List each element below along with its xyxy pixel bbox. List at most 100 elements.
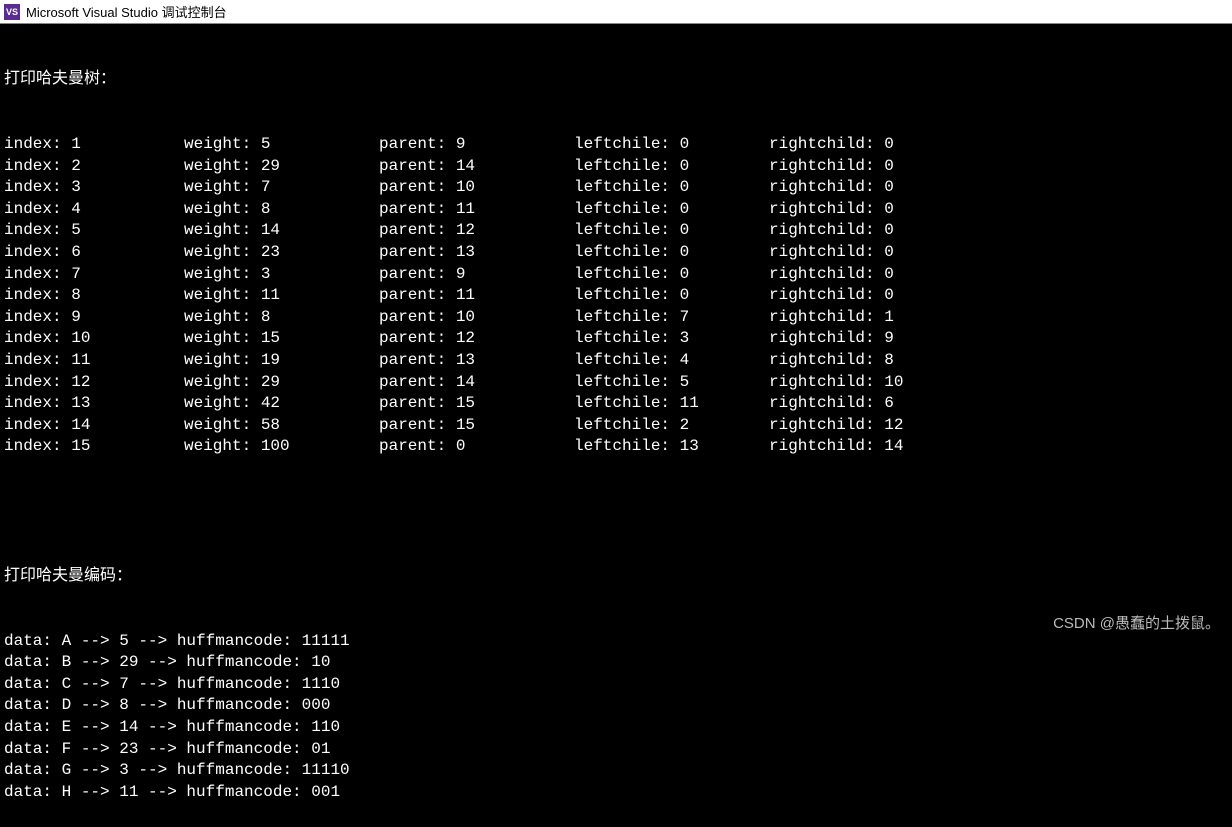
parent-cell: parent: 14 — [379, 372, 574, 394]
code-header: 打印哈夫曼编码： — [4, 566, 1228, 588]
index-cell: index: 12 — [4, 372, 184, 394]
leftchild-cell: leftchile: 0 — [574, 156, 769, 178]
weight-cell: weight: 23 — [184, 242, 379, 264]
parent-cell: parent: 13 — [379, 242, 574, 264]
tree-row: index: 7weight: 3parent: 9leftchile: 0ri… — [4, 264, 1228, 286]
leftchild-cell: leftchile: 0 — [574, 285, 769, 307]
leftchild-cell: leftchile: 0 — [574, 264, 769, 286]
tree-row: index: 5weight: 14parent: 12leftchile: 0… — [4, 220, 1228, 242]
window-title: Microsoft Visual Studio 调试控制台 — [26, 2, 227, 21]
rightchild-cell: rightchild: 0 — [769, 199, 969, 221]
tree-row: index: 9weight: 8parent: 10leftchile: 7r… — [4, 307, 1228, 329]
weight-cell: weight: 11 — [184, 285, 379, 307]
rightchild-cell: rightchild: 0 — [769, 134, 969, 156]
rightchild-cell: rightchild: 0 — [769, 264, 969, 286]
index-cell: index: 2 — [4, 156, 184, 178]
rightchild-cell: rightchild: 6 — [769, 393, 969, 415]
parent-cell: parent: 9 — [379, 264, 574, 286]
code-row: data: D --> 8 --> huffmancode: 000 — [4, 695, 1228, 717]
code-row: data: C --> 7 --> huffmancode: 1110 — [4, 674, 1228, 696]
rightchild-cell: rightchild: 0 — [769, 177, 969, 199]
tree-row: index: 10weight: 15parent: 12leftchile: … — [4, 328, 1228, 350]
weight-cell: weight: 7 — [184, 177, 379, 199]
rightchild-cell: rightchild: 9 — [769, 328, 969, 350]
title-bar: VS Microsoft Visual Studio 调试控制台 — [0, 0, 1232, 24]
tree-row: index: 13weight: 42parent: 15leftchile: … — [4, 393, 1228, 415]
tree-row: index: 15weight: 100parent: 0leftchile: … — [4, 436, 1228, 458]
tree-header: 打印哈夫曼树： — [4, 69, 1228, 91]
rightchild-cell: rightchild: 0 — [769, 156, 969, 178]
index-cell: index: 4 — [4, 199, 184, 221]
parent-cell: parent: 14 — [379, 156, 574, 178]
weight-cell: weight: 19 — [184, 350, 379, 372]
parent-cell: parent: 10 — [379, 177, 574, 199]
parent-cell: parent: 13 — [379, 350, 574, 372]
weight-cell: weight: 5 — [184, 134, 379, 156]
index-cell: index: 3 — [4, 177, 184, 199]
leftchild-cell: leftchile: 2 — [574, 415, 769, 437]
tree-row: index: 8weight: 11parent: 11leftchile: 0… — [4, 285, 1228, 307]
index-cell: index: 1 — [4, 134, 184, 156]
rightchild-cell: rightchild: 10 — [769, 372, 969, 394]
rightchild-cell: rightchild: 14 — [769, 436, 969, 458]
leftchild-cell: leftchile: 13 — [574, 436, 769, 458]
parent-cell: parent: 15 — [379, 393, 574, 415]
tree-row: index: 2weight: 29parent: 14leftchile: 0… — [4, 156, 1228, 178]
tree-table: index: 1weight: 5parent: 9leftchile: 0ri… — [4, 134, 1228, 458]
parent-cell: parent: 9 — [379, 134, 574, 156]
tree-row: index: 6weight: 23parent: 13leftchile: 0… — [4, 242, 1228, 264]
parent-cell: parent: 11 — [379, 199, 574, 221]
weight-cell: weight: 14 — [184, 220, 379, 242]
index-cell: index: 11 — [4, 350, 184, 372]
weight-cell: weight: 29 — [184, 372, 379, 394]
weight-cell: weight: 58 — [184, 415, 379, 437]
parent-cell: parent: 11 — [379, 285, 574, 307]
rightchild-cell: rightchild: 0 — [769, 220, 969, 242]
index-cell: index: 8 — [4, 285, 184, 307]
index-cell: index: 9 — [4, 307, 184, 329]
leftchild-cell: leftchile: 11 — [574, 393, 769, 415]
rightchild-cell: rightchild: 0 — [769, 285, 969, 307]
rightchild-cell: rightchild: 1 — [769, 307, 969, 329]
leftchild-cell: leftchile: 7 — [574, 307, 769, 329]
rightchild-cell: rightchild: 0 — [769, 242, 969, 264]
index-cell: index: 10 — [4, 328, 184, 350]
code-row: data: B --> 29 --> huffmancode: 10 — [4, 652, 1228, 674]
parent-cell: parent: 12 — [379, 328, 574, 350]
leftchild-cell: leftchile: 0 — [574, 220, 769, 242]
weight-cell: weight: 29 — [184, 156, 379, 178]
console-output: 打印哈夫曼树： index: 1weight: 5parent: 9leftch… — [0, 24, 1232, 827]
code-row: data: A --> 5 --> huffmancode: 11111 — [4, 631, 1228, 653]
index-cell: index: 15 — [4, 436, 184, 458]
tree-row: index: 3weight: 7parent: 10leftchile: 0r… — [4, 177, 1228, 199]
weight-cell: weight: 8 — [184, 199, 379, 221]
weight-cell: weight: 3 — [184, 264, 379, 286]
leftchild-cell: leftchile: 3 — [574, 328, 769, 350]
tree-row: index: 11weight: 19parent: 13leftchile: … — [4, 350, 1228, 372]
index-cell: index: 6 — [4, 242, 184, 264]
weight-cell: weight: 100 — [184, 436, 379, 458]
index-cell: index: 13 — [4, 393, 184, 415]
weight-cell: weight: 42 — [184, 393, 379, 415]
rightchild-cell: rightchild: 12 — [769, 415, 969, 437]
visual-studio-icon: VS — [4, 4, 20, 20]
blank-line — [4, 501, 1228, 523]
code-list: data: A --> 5 --> huffmancode: 11111data… — [4, 631, 1228, 804]
code-row: data: F --> 23 --> huffmancode: 01 — [4, 739, 1228, 761]
tree-row: index: 12weight: 29parent: 14leftchile: … — [4, 372, 1228, 394]
parent-cell: parent: 15 — [379, 415, 574, 437]
code-row: data: G --> 3 --> huffmancode: 11110 — [4, 760, 1228, 782]
watermark: CSDN @愚蠢的土拨鼠。 — [1053, 612, 1220, 633]
code-row: data: E --> 14 --> huffmancode: 110 — [4, 717, 1228, 739]
leftchild-cell: leftchile: 0 — [574, 242, 769, 264]
leftchild-cell: leftchile: 5 — [574, 372, 769, 394]
weight-cell: weight: 8 — [184, 307, 379, 329]
leftchild-cell: leftchile: 0 — [574, 199, 769, 221]
tree-row: index: 4weight: 8parent: 11leftchile: 0r… — [4, 199, 1228, 221]
parent-cell: parent: 0 — [379, 436, 574, 458]
code-row: data: H --> 11 --> huffmancode: 001 — [4, 782, 1228, 804]
weight-cell: weight: 15 — [184, 328, 379, 350]
index-cell: index: 5 — [4, 220, 184, 242]
rightchild-cell: rightchild: 8 — [769, 350, 969, 372]
leftchild-cell: leftchile: 0 — [574, 177, 769, 199]
